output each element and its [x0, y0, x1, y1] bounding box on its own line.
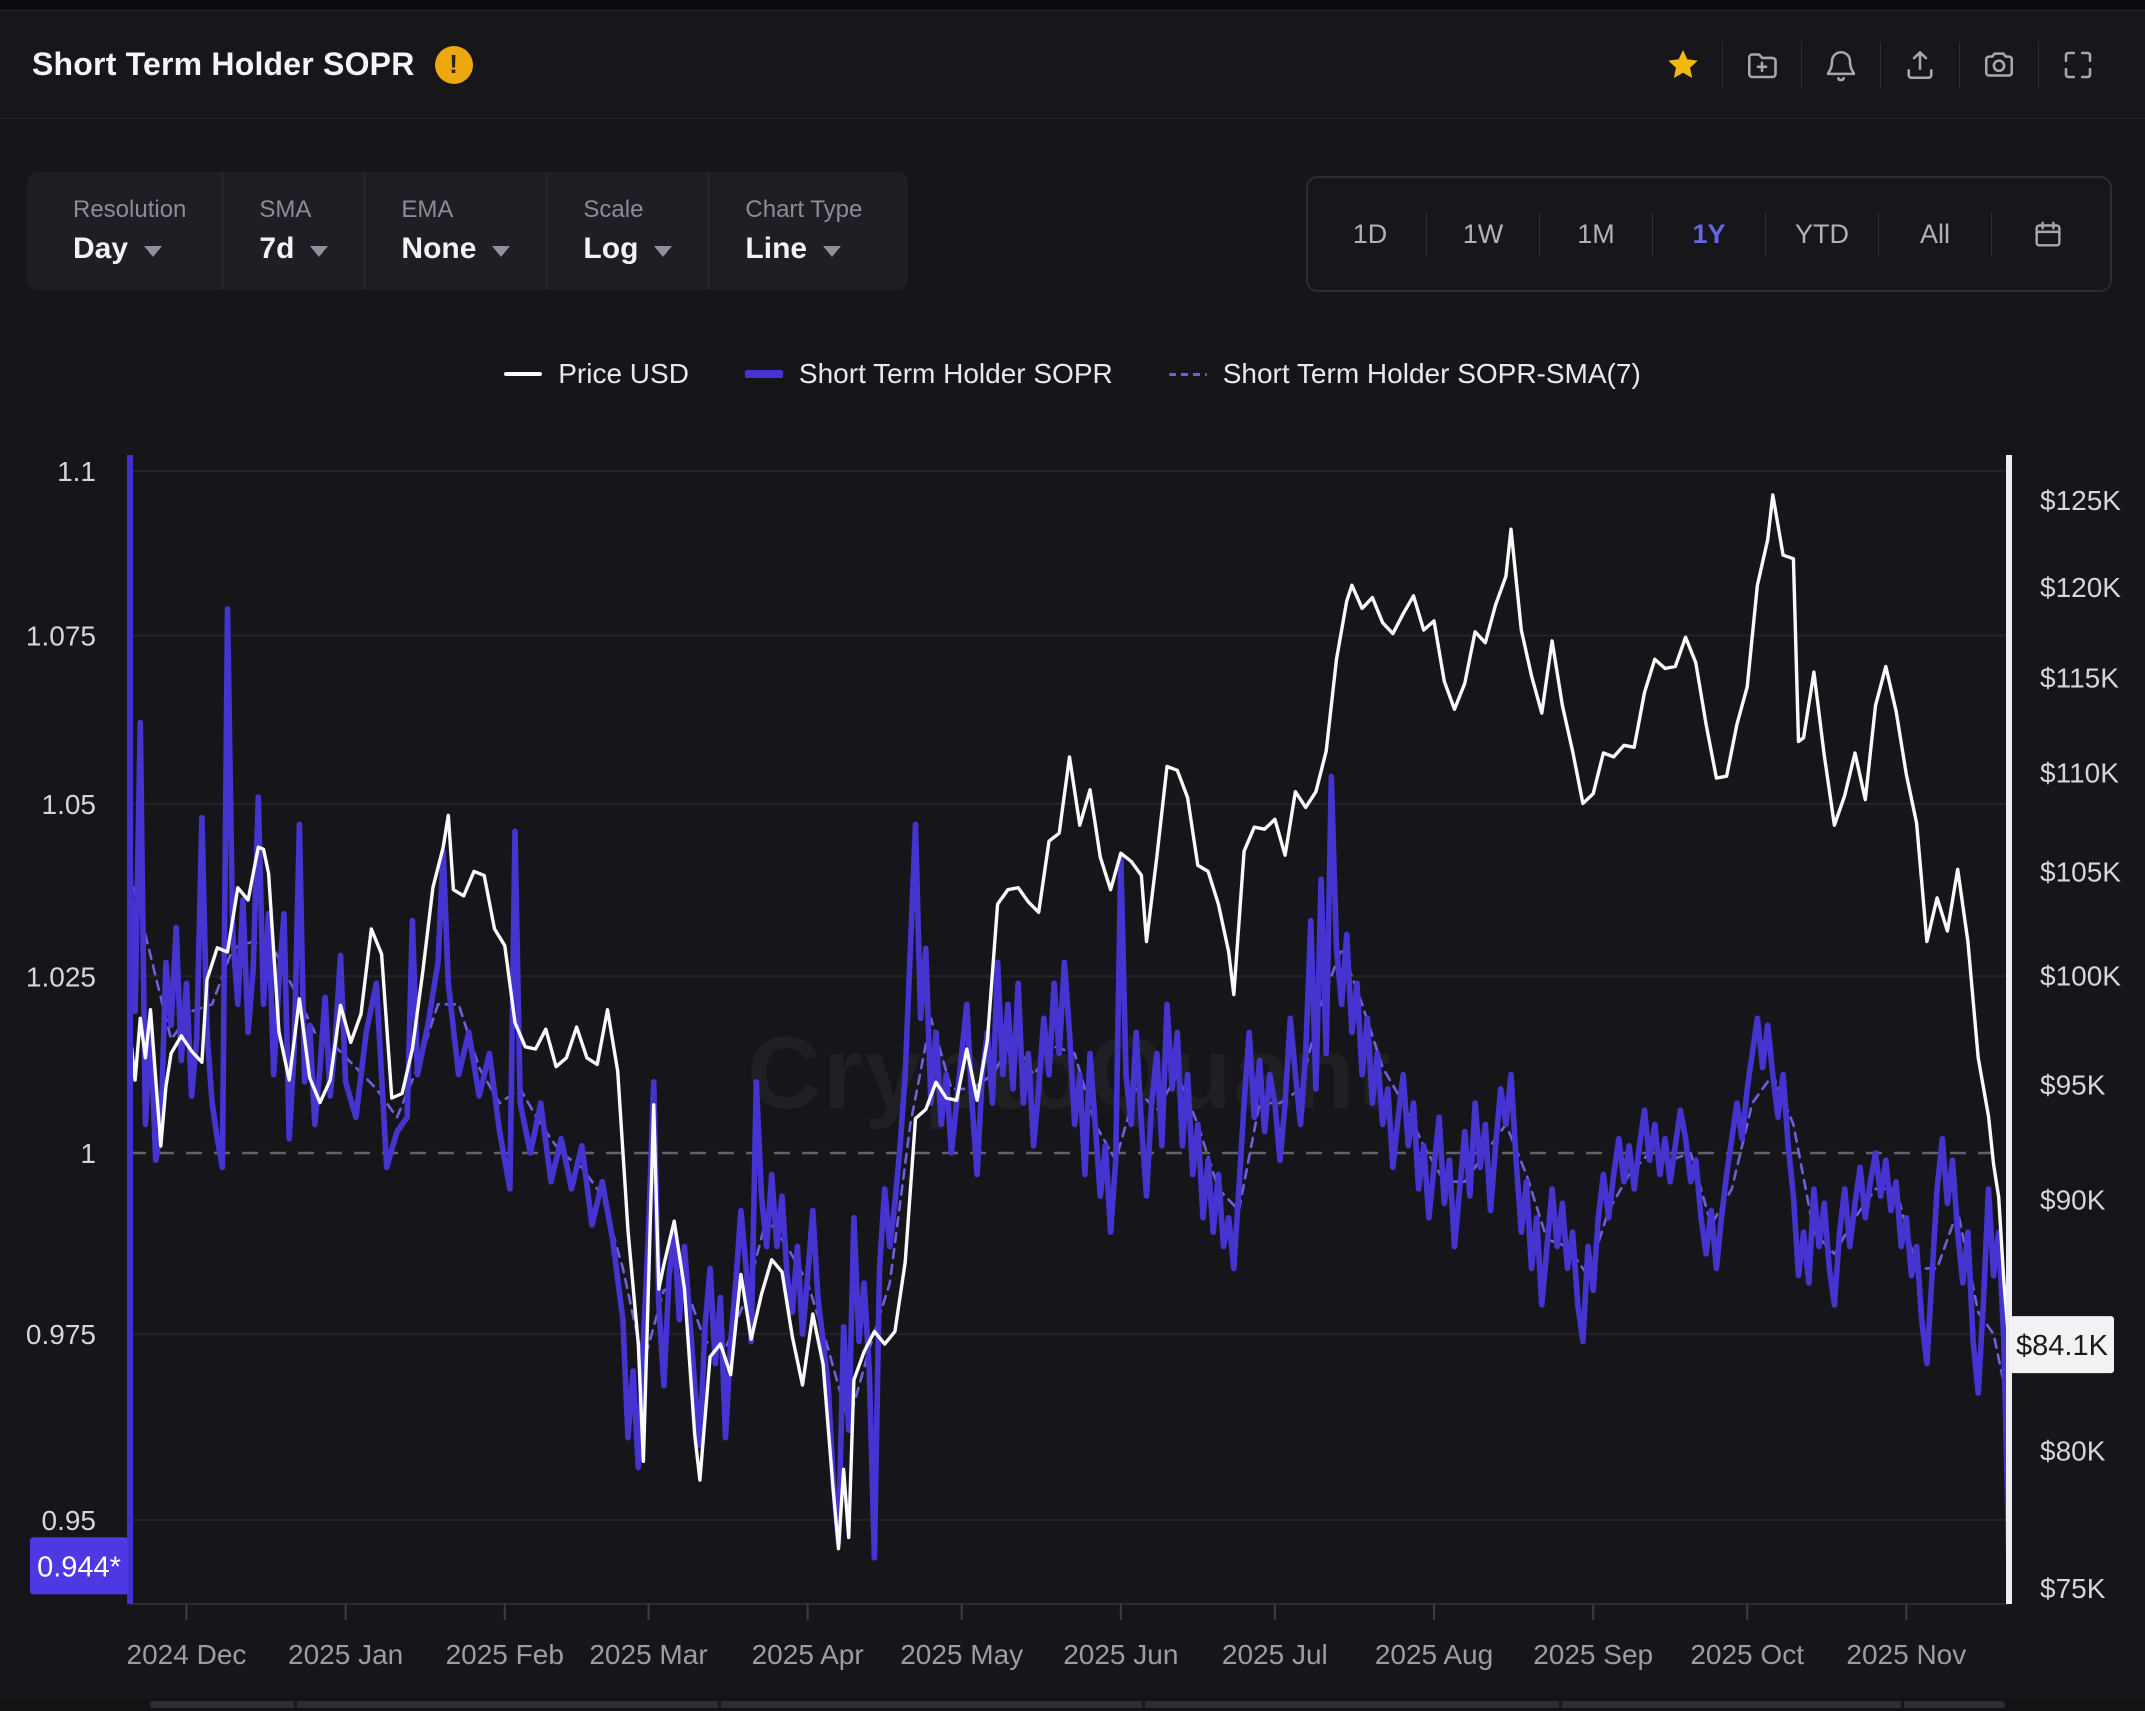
scrollbar-notch — [718, 1701, 721, 1708]
app-window: Short Term Holder SOPR ! ResolutionDaySM… — [0, 0, 2145, 1711]
right-axis-tick-label: $110K — [2040, 757, 2119, 788]
right-axis-tick-label: $100K — [2040, 960, 2121, 991]
right-axis-tick-label: $115K — [2040, 663, 2119, 694]
price-current-value-text: $84.1K — [2016, 1330, 2109, 1362]
x-tick-label: 2025 May — [900, 1639, 1023, 1670]
right-axis-tick-label: $75K — [2040, 1573, 2106, 1604]
x-tick-label: 2024 Dec — [127, 1639, 247, 1670]
right-axis-tick-label: $125K — [2040, 485, 2121, 516]
x-tick-label: 2025 Nov — [1846, 1639, 1966, 1670]
right-axis-tick-label: $105K — [2040, 856, 2121, 887]
chart-scrollbar-track — [0, 1698, 2145, 1711]
scrollbar-notch — [1142, 1701, 1145, 1708]
x-tick-label: 2025 Oct — [1690, 1639, 1804, 1670]
x-tick-label: 2025 Mar — [589, 1639, 707, 1670]
chart-canvas[interactable]: 2024 Dec 2025 Jan 2025 Feb 2025 Mar 2025 Apr… — [0, 0, 2145, 1711]
x-tick-label: 2025 Aug — [1375, 1639, 1493, 1670]
scrollbar-notch — [294, 1701, 297, 1708]
right-axis-tick-label: $90K — [2040, 1185, 2106, 1216]
right-axis-tick-label: $120K — [2040, 572, 2121, 603]
right-axis-tick-label: $80K — [2040, 1436, 2106, 1467]
left-axis-tick-label: 1 — [80, 1138, 96, 1169]
x-tick-label: 2025 Jun — [1063, 1639, 1178, 1670]
left-axis-tick-label: 1.025 — [26, 961, 96, 992]
x-tick-label: 2025 Jul — [1222, 1639, 1328, 1670]
x-tick-label: 2025 Feb — [446, 1639, 564, 1670]
chart-scrollbar-thumb[interactable] — [150, 1701, 2005, 1708]
right-axis-tick-label: $95K — [2040, 1070, 2106, 1101]
left-axis-tick-label: 1.05 — [42, 789, 97, 820]
x-tick-label: 2025 Apr — [752, 1639, 864, 1670]
scrollbar-notch — [1559, 1701, 1562, 1708]
scrollbar-notch — [1901, 1701, 1904, 1708]
left-axis-tick-label: 0.975 — [26, 1319, 96, 1350]
x-tick-label: 2025 Sep — [1533, 1639, 1653, 1670]
left-axis-tick-label: 1.1 — [57, 456, 96, 487]
sopr-current-value-text: 0.944* — [37, 1551, 121, 1583]
left-axis-tick-label: 1.075 — [26, 620, 96, 651]
x-tick-label: 2025 Jan — [288, 1639, 403, 1670]
left-axis-tick-label: 0.95 — [42, 1505, 97, 1536]
